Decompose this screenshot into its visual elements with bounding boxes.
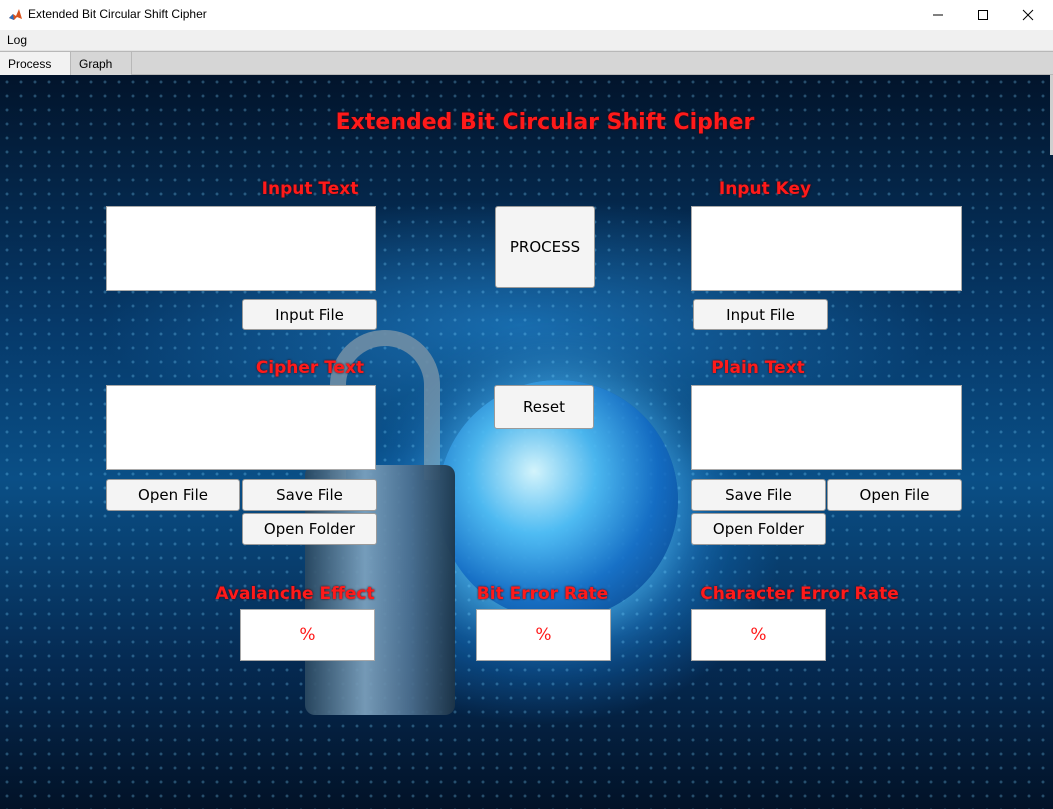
input-text-label: Input Text xyxy=(261,179,359,199)
character-error-rate-value: % xyxy=(691,609,826,661)
plain-save-file-button[interactable]: Save File xyxy=(691,479,826,511)
minimize-icon xyxy=(933,14,943,16)
plain-text-field[interactable] xyxy=(691,385,962,470)
input-key-label: Input Key xyxy=(718,179,812,199)
tab-process[interactable]: Process xyxy=(0,52,71,75)
page-title: Extended Bit Circular Shift Cipher xyxy=(335,110,755,135)
input-key-field[interactable] xyxy=(691,206,962,291)
close-icon xyxy=(1022,9,1034,21)
window-title: Extended Bit Circular Shift Cipher xyxy=(28,7,207,21)
plain-text-label: Plain Text xyxy=(711,358,805,378)
minimize-button[interactable] xyxy=(915,0,961,30)
bit-error-rate-label: Bit Error Rate xyxy=(476,584,609,604)
tab-graph[interactable]: Graph xyxy=(71,52,132,75)
reset-button[interactable]: Reset xyxy=(494,385,594,429)
bit-error-rate-value: % xyxy=(476,609,611,661)
plain-open-folder-button[interactable]: Open Folder xyxy=(691,513,826,545)
cipher-save-file-button[interactable]: Save File xyxy=(242,479,377,511)
menu-bar: Log xyxy=(0,30,1053,51)
character-error-rate-label: Character Error Rate xyxy=(700,584,899,604)
matlab-app-icon xyxy=(8,7,23,22)
cipher-open-file-button[interactable]: Open File xyxy=(106,479,240,511)
key-input-file-button[interactable]: Input File xyxy=(693,299,828,330)
cipher-text-label: Cipher Text xyxy=(255,358,365,378)
maximize-button[interactable] xyxy=(960,0,1006,30)
avalanche-effect-label: Avalanche Effect xyxy=(215,584,375,604)
avalanche-effect-value: % xyxy=(240,609,375,661)
menu-log[interactable]: Log xyxy=(7,33,27,47)
process-panel: Extended Bit Circular Shift Cipher Input… xyxy=(0,75,1053,809)
input-file-button[interactable]: Input File xyxy=(242,299,377,330)
close-button[interactable] xyxy=(1005,0,1051,30)
maximize-icon xyxy=(978,10,988,20)
input-text-field[interactable] xyxy=(106,206,376,291)
process-button[interactable]: PROCESS xyxy=(495,206,595,288)
window-titlebar: Extended Bit Circular Shift Cipher xyxy=(0,0,1053,30)
cipher-open-folder-button[interactable]: Open Folder xyxy=(242,513,377,545)
cipher-text-field[interactable] xyxy=(106,385,376,470)
tab-bar: Process Graph xyxy=(0,51,1053,75)
plain-open-file-button[interactable]: Open File xyxy=(827,479,962,511)
